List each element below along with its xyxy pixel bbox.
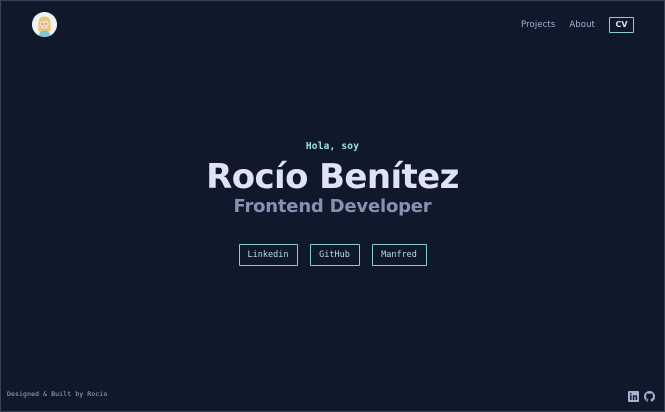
github-button[interactable]: GitHub	[309, 244, 360, 266]
hero-role: Frontend Developer	[233, 196, 432, 217]
github-icon[interactable]	[644, 391, 655, 402]
linkedin-icon[interactable]	[628, 391, 639, 402]
footer-social-icons	[623, 391, 655, 402]
hero-greeting: Hola, soy	[305, 141, 360, 152]
hero-links: Linkedin GitHub Manfred	[0, 244, 665, 266]
hero-name: Rocío Benítez	[206, 157, 459, 197]
nav-projects-link[interactable]: Projects	[521, 20, 555, 30]
cv-button[interactable]: CV	[609, 16, 634, 33]
linkedin-button[interactable]: Linkedin	[238, 244, 298, 266]
nav-about-link[interactable]: About	[569, 20, 595, 30]
manfred-button[interactable]: Manfred	[371, 244, 427, 266]
hero-section: Hola, soy Rocío Benítez Frontend Develop…	[0, 140, 665, 219]
avatar-icon[interactable]	[32, 12, 57, 37]
footer-credit: Designed & Built by Rocio	[7, 390, 108, 398]
top-nav: Projects About CV	[521, 16, 634, 33]
cartoon-avatar-icon	[32, 12, 57, 37]
